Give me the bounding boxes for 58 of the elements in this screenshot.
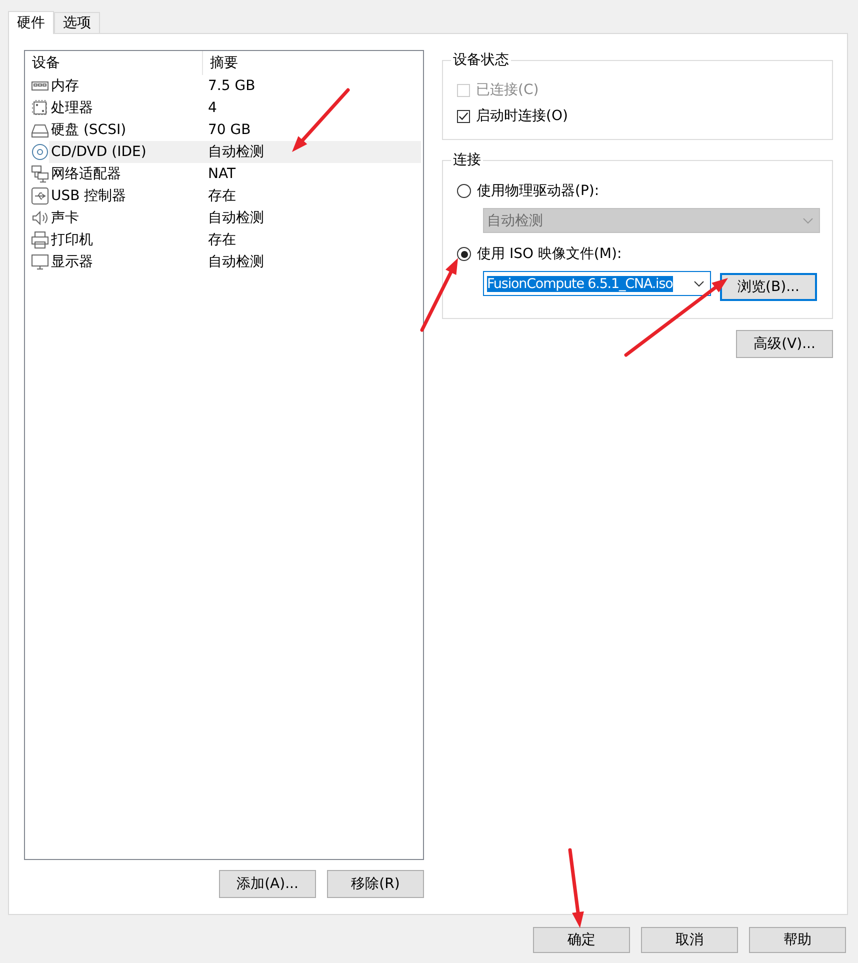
dialog-button[interactable]: 取消	[641, 927, 738, 953]
device-row[interactable]: 处理器 4	[49, 97, 421, 119]
radio-label: 使用 ISO 映像文件(M):	[477, 245, 622, 263]
group-title: 连接	[451, 151, 483, 169]
device-name: 硬盘 (SCSI)	[50, 121, 128, 139]
radio-label: 使用物理驱动器(P):	[477, 182, 600, 200]
device-summary: 自动检测	[208, 253, 264, 271]
arrow-annotation	[292, 88, 350, 152]
device-row[interactable]: 内存 7.5 GB	[49, 75, 421, 97]
device-summary: 存在	[208, 231, 236, 249]
tab[interactable]: 选项	[54, 12, 100, 33]
tab[interactable]: 硬件	[8, 11, 54, 34]
list-button[interactable]: 添加(A)...	[219, 870, 316, 898]
network-icon	[31, 165, 49, 183]
dialog-button[interactable]: 帮助	[749, 927, 846, 953]
device-summary: NAT	[208, 166, 236, 182]
column-header: 设备	[25, 51, 203, 75]
printer-icon	[31, 231, 49, 249]
device-name: 打印机	[50, 231, 94, 249]
checkbox-label: 已连接(C)	[476, 81, 539, 99]
checkbox-label: 启动时连接(O)	[476, 107, 568, 125]
radio-button[interactable]	[457, 247, 471, 261]
dropdown-caret-icon	[694, 280, 704, 286]
device-summary: 7.5 GB	[208, 78, 256, 94]
device-summary: 4	[208, 100, 217, 116]
device-row[interactable]: CD/DVD (IDE) 自动检测	[49, 141, 421, 163]
device-name: 内存	[50, 77, 80, 95]
usb-icon	[31, 187, 49, 205]
advanced-button[interactable]: 高级(V)...	[736, 330, 833, 358]
monitor-icon	[31, 253, 49, 271]
device-row[interactable]: 显示器 自动检测	[49, 251, 421, 273]
browse-button[interactable]: 浏览(B)...	[720, 273, 817, 301]
device-row[interactable]: 声卡 自动检测	[49, 207, 421, 229]
chip-icon	[31, 99, 49, 117]
device-name: CD/DVD (IDE)	[50, 144, 148, 160]
device-summary: 存在	[208, 187, 236, 205]
device-row[interactable]: 网络适配器 NAT	[49, 163, 421, 185]
dialog-button[interactable]: 确定	[533, 927, 630, 953]
dropdown-caret-icon	[803, 218, 813, 224]
group-title: 设备状态	[451, 51, 511, 69]
device-row[interactable]: 硬盘 (SCSI) 70 GB	[49, 119, 421, 141]
device-name: 网络适配器	[50, 165, 122, 183]
device-summary: 自动检测	[208, 209, 264, 227]
device-name: 显示器	[50, 253, 94, 271]
device-row[interactable]: USB 控制器 存在	[49, 185, 421, 207]
device-name: 声卡	[50, 209, 80, 227]
speaker-icon	[31, 209, 49, 227]
device-row[interactable]: 打印机 存在	[49, 229, 421, 251]
checkbox[interactable]	[457, 110, 470, 122]
column-header: 摘要	[209, 54, 238, 72]
list-button[interactable]: 移除(R)	[327, 870, 424, 898]
radio-button[interactable]	[457, 184, 471, 198]
device-name: USB 控制器	[50, 187, 128, 205]
disc-icon	[31, 143, 49, 161]
device-name: 处理器	[50, 99, 94, 117]
iso-path-combobox[interactable]: FusionCompute 6.5.1_CNA.iso	[483, 271, 711, 296]
device-summary: 自动检测	[208, 143, 264, 161]
device-summary: 70 GB	[208, 122, 251, 138]
